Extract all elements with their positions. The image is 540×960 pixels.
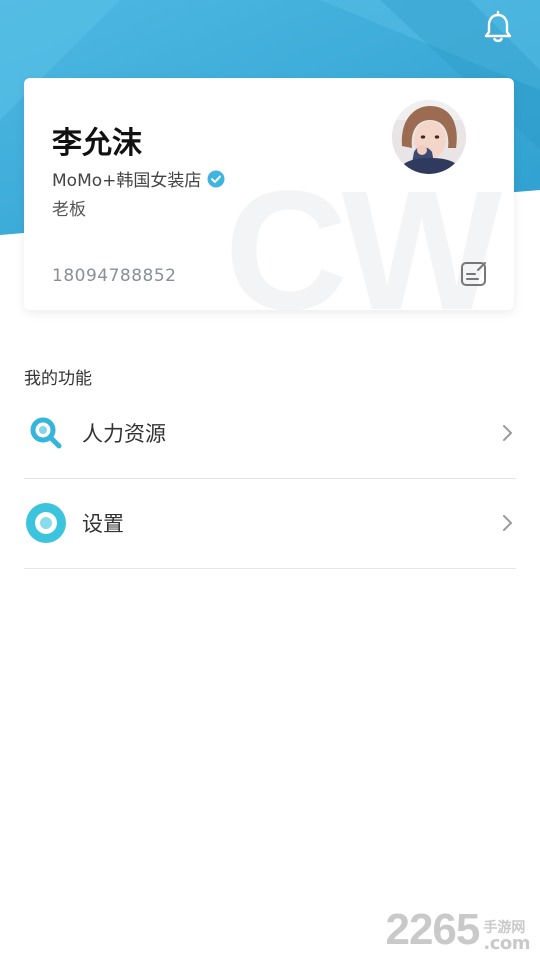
brand-watermark: 2265 手游网 .com <box>385 905 530 954</box>
edit-note-icon[interactable] <box>460 260 488 288</box>
settings-icon <box>24 501 68 545</box>
section-title-functions: 我的功能 <box>24 369 92 389</box>
store-name: MoMo+韩国女装店 <box>52 171 202 191</box>
profile-card: CW 李允沫 MoMo+韩国女装店 老板 18094788852 <box>24 78 514 310</box>
verified-check-icon <box>207 170 225 188</box>
card-watermark: CW <box>224 156 502 310</box>
brand-domain: .com <box>483 933 530 954</box>
profile-screen: CW 李允沫 MoMo+韩国女装店 老板 18094788852 我的功能 人力… <box>0 0 540 960</box>
search-icon <box>24 411 68 455</box>
store-name-row: MoMo+韩国女装店 <box>52 166 225 191</box>
chevron-right-icon <box>500 513 516 533</box>
brand-number: 2265 <box>385 905 480 954</box>
bell-icon[interactable] <box>480 10 516 46</box>
chevron-right-icon <box>500 423 516 443</box>
user-phone: 18094788852 <box>52 266 177 286</box>
menu-item-label: 人力资源 <box>82 422 166 446</box>
user-role: 老板 <box>52 200 86 220</box>
menu-item-label: 设置 <box>82 512 124 536</box>
brand-text: 手游网 .com <box>483 920 530 954</box>
menu-item-settings[interactable]: 设置 <box>24 478 516 569</box>
menu-item-hr[interactable]: 人力资源 <box>24 388 516 479</box>
user-name: 李允沫 <box>52 126 142 161</box>
avatar[interactable] <box>392 100 466 174</box>
